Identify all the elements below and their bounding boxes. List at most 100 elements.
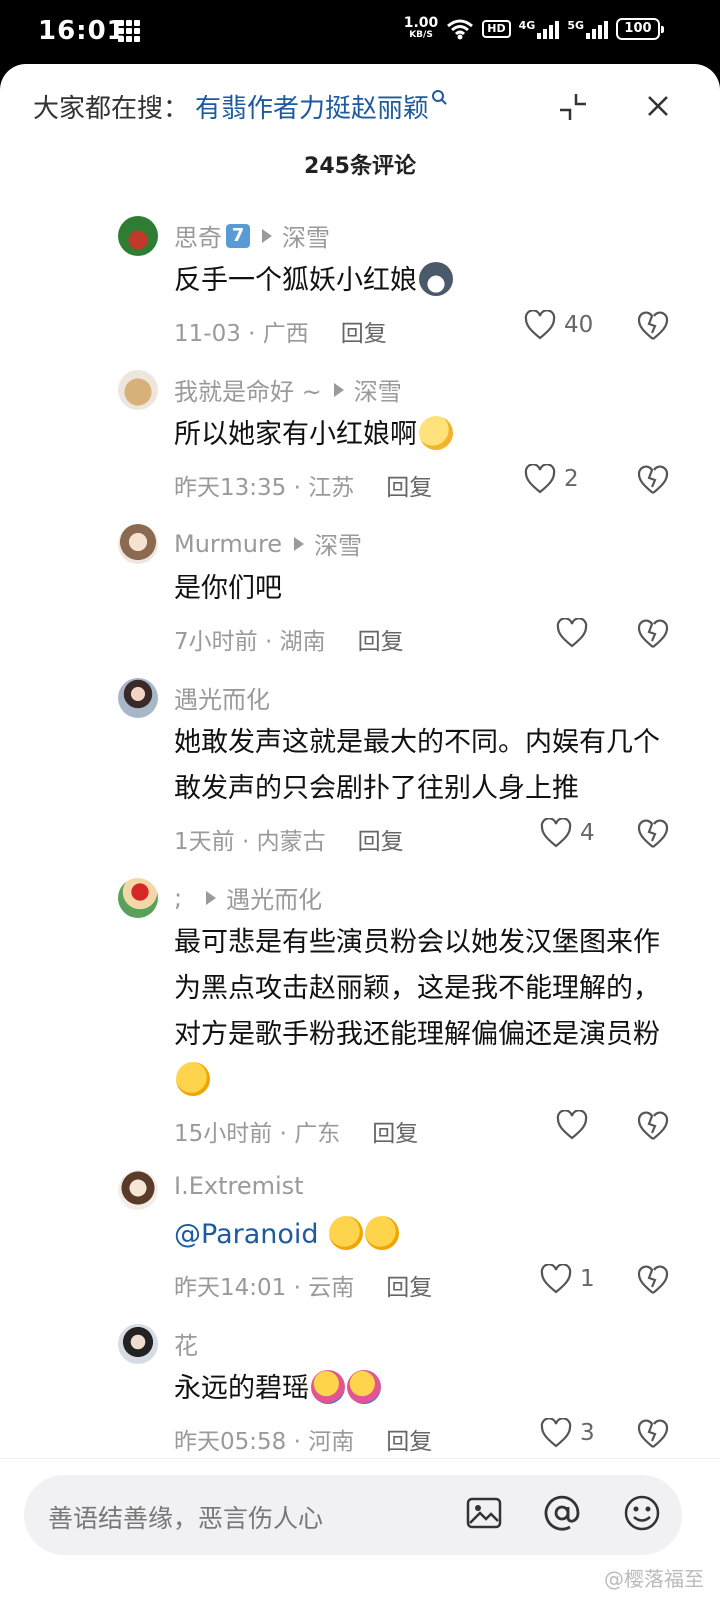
comment-username[interactable]: Murmure <box>174 530 282 558</box>
image-icon[interactable] <box>464 1493 504 1533</box>
comment-sheet: 大家都在搜： 有翡作者力挺赵丽颖 245条评论 思奇 7 深雪 反手一个狐妖小红… <box>0 64 720 1600</box>
comment-text: 她敢发声这就是最大的不同。内娱有几个敢发声的只会剧扑了往别人身上推 <box>174 727 660 804</box>
like-button[interactable]: 2 <box>524 464 579 494</box>
signal-5g: 5G <box>567 19 608 39</box>
comment-username[interactable]: 思奇 <box>174 218 222 253</box>
app-grid-icon <box>118 20 140 42</box>
status-time: 16:01 <box>38 16 126 46</box>
heart-icon <box>524 310 556 340</box>
laughing-crying-emoji-icon <box>176 1061 210 1096</box>
heart-icon <box>540 1418 572 1448</box>
comment-meta: 11-03 · 广西 回复 <box>174 314 387 348</box>
reply-arrow-icon <box>333 382 344 397</box>
comment-username[interactable]: I.Extremist <box>174 1172 304 1200</box>
reply-to-username[interactable]: 遇光而化 <box>226 880 322 915</box>
comment-header: Murmure 深雪 <box>174 526 362 561</box>
comment-username[interactable]: ; <box>174 884 182 912</box>
crying-emoji-icon <box>329 1215 364 1250</box>
hd-badge: HD <box>482 20 511 38</box>
comment-header: 遇光而化 <box>174 680 270 715</box>
battery-indicator: 100 <box>616 18 664 40</box>
comment-username[interactable]: 遇光而化 <box>174 680 270 715</box>
comment-time-location: 1天前 · 内蒙古 <box>174 829 326 855</box>
reply-button[interactable]: 回复 <box>386 1422 432 1456</box>
comment-text: 反手一个狐妖小红娘 <box>174 265 417 296</box>
like-count: 40 <box>564 312 594 338</box>
hot-search-prefix: 大家都在搜： <box>33 93 190 124</box>
avatar[interactable] <box>118 524 158 564</box>
avatar[interactable] <box>118 678 158 718</box>
reply-button[interactable]: 回复 <box>372 1114 418 1148</box>
comment-time-location: 11-03 · 广西 <box>174 321 309 347</box>
broken-heart-icon[interactable] <box>637 310 669 342</box>
broken-heart-icon[interactable] <box>637 818 669 850</box>
hugging-emoji-icon <box>347 1369 381 1404</box>
comment-time-location: 昨天13:35 · 江苏 <box>174 475 355 501</box>
close-icon[interactable] <box>642 90 674 122</box>
comment-username[interactable]: 花 <box>174 1326 198 1361</box>
wifi-icon <box>447 19 474 40</box>
avatar[interactable] <box>118 1170 158 1210</box>
reply-to-username[interactable]: 深雪 <box>282 218 330 253</box>
wolf-emoji-icon <box>419 261 453 296</box>
comment-text: 最可悲是有些演员粉会以她发汉堡图来作为黑点攻击赵丽颖，这是我不能理解的，对方是歌… <box>174 927 660 1050</box>
reply-arrow-icon <box>262 228 272 243</box>
like-count: 4 <box>580 820 595 846</box>
mention-link[interactable]: @Paranoid <box>174 1219 319 1250</box>
like-button[interactable] <box>556 1110 588 1140</box>
watermark: @樱落福至 <box>604 1567 704 1591</box>
at-icon[interactable] <box>542 1493 582 1533</box>
comment-text-row: 永远的碧瑶 <box>174 1366 674 1412</box>
broken-heart-icon[interactable] <box>637 464 669 496</box>
broken-heart-icon[interactable] <box>637 1418 669 1450</box>
emoji-icon[interactable] <box>622 1493 662 1533</box>
comment-text: 永远的碧瑶 <box>174 1373 309 1404</box>
avatar[interactable] <box>118 1324 158 1364</box>
avatar[interactable] <box>118 216 158 256</box>
avatar[interactable] <box>118 878 158 918</box>
collapse-icon[interactable] <box>558 92 588 122</box>
like-button[interactable]: 4 <box>540 818 595 848</box>
reply-to-username[interactable]: 深雪 <box>314 526 362 561</box>
status-indicators: 1.00 KB/S HD 4G 5G 100 <box>403 15 664 41</box>
broken-heart-icon[interactable] <box>637 1264 669 1296</box>
heart-icon <box>540 818 572 848</box>
reply-button[interactable]: 回复 <box>341 314 387 348</box>
comment-username[interactable]: 我就是命好 ~ <box>174 372 322 407</box>
reply-arrow-icon <box>206 890 217 905</box>
comment-input-placeholder: 善语结善缘，恶言伤人心 <box>48 1504 324 1533</box>
heart-icon <box>556 618 588 648</box>
reply-button[interactable]: 回复 <box>386 1268 432 1302</box>
like-count: 3 <box>580 1420 595 1446</box>
comment-input[interactable]: 善语结善缘，恶言伤人心 <box>24 1475 682 1555</box>
comment-text-row: 反手一个狐妖小红娘 <box>174 258 674 304</box>
reply-to-username[interactable]: 深雪 <box>354 372 402 407</box>
like-count: 2 <box>564 466 579 492</box>
broken-heart-icon[interactable] <box>637 1110 669 1142</box>
smug-face-emoji-icon <box>419 415 453 450</box>
status-bar: 16:01 1.00 KB/S HD 4G 5G 100 <box>0 0 720 66</box>
like-button[interactable]: 1 <box>540 1264 595 1294</box>
comment-meta: 7小时前 · 湖南 回复 <box>174 622 404 656</box>
comment-time-location: 7小时前 · 湖南 <box>174 629 326 655</box>
search-icon <box>432 90 445 102</box>
hot-search-link[interactable]: 有翡作者力挺赵丽颖 <box>195 88 429 125</box>
like-button[interactable]: 40 <box>524 310 593 340</box>
reply-button[interactable]: 回复 <box>386 468 432 502</box>
reply-button[interactable]: 回复 <box>358 622 404 656</box>
like-count: 1 <box>580 1266 595 1292</box>
like-button[interactable] <box>556 618 588 648</box>
reply-button[interactable]: 回复 <box>358 822 404 856</box>
broken-heart-icon[interactable] <box>637 618 669 650</box>
hot-search-row[interactable]: 大家都在搜： 有翡作者力挺赵丽颖 <box>33 86 445 126</box>
comment-header: 我就是命好 ~ 深雪 <box>174 372 402 407</box>
avatar[interactable] <box>118 370 158 410</box>
comment-header: I.Extremist <box>174 1172 304 1200</box>
like-button[interactable]: 3 <box>540 1418 595 1448</box>
crying-emoji-icon <box>365 1215 400 1250</box>
signal-4g: 4G <box>519 19 560 39</box>
comment-text: 所以她家有小红娘啊 <box>174 419 417 450</box>
comment-meta: 昨天14:01 · 云南 回复 <box>174 1268 432 1302</box>
network-speed: 1.00 KB/S <box>403 15 439 40</box>
comment-meta: 15小时前 · 广东 回复 <box>174 1114 418 1148</box>
